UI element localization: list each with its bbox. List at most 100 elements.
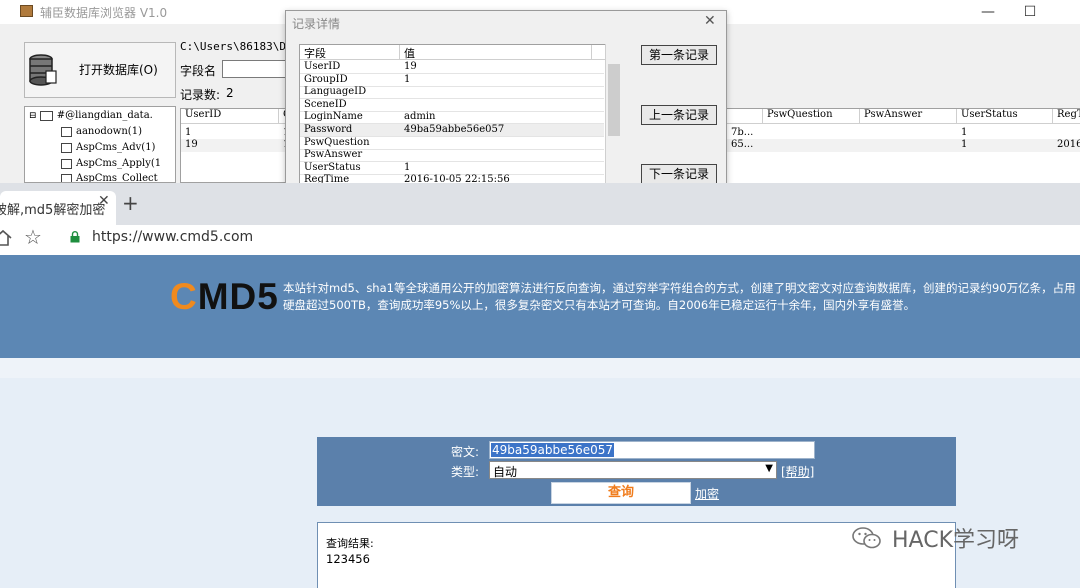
site-description: 本站针对md5、sha1等全球通用公开的加密算法进行反向查询，通过穷举字符组合的… <box>283 281 1076 312</box>
address-bar[interactable]: https://www.cmd5.com <box>92 229 253 245</box>
table-tree: ⊟ #@liangdian_data. aanodown(1) AspCms_A… <box>24 106 176 183</box>
grid-cell[interactable]: 2016 <box>1053 139 1080 152</box>
detail-field-name: PswQuestion <box>304 136 370 148</box>
tree-item[interactable]: AspCms_Collect <box>61 173 158 183</box>
previous-record-button[interactable]: 上一条记录 <box>641 105 717 125</box>
browser-toolbar: ☆ https://www.cmd5.com <box>0 225 1080 256</box>
column-header-field[interactable]: 字段 <box>300 45 400 60</box>
detail-row[interactable]: SceneID <box>300 99 604 112</box>
detail-row[interactable]: PswAnswer <box>300 149 604 163</box>
scrollbar-thumb[interactable] <box>608 64 620 136</box>
watermark-text: HACK学习呀 <box>892 528 1019 553</box>
column-header[interactable]: RegT <box>1053 109 1080 124</box>
first-record-button[interactable]: 第一条记录 <box>641 45 717 65</box>
detail-field-name: Password <box>304 124 353 135</box>
site-banner: CMD5 本站针对md5、sha1等全球通用公开的加密算法进行反向查询，通过穷举… <box>0 255 1080 358</box>
detail-field-name: LanguageID <box>304 86 367 98</box>
detail-field-value: 1 <box>404 161 411 173</box>
tree-item-label: AspCms_Adv(1) <box>76 142 156 153</box>
field-name-input[interactable] <box>222 60 288 78</box>
lock-icon[interactable] <box>70 231 80 243</box>
table-icon <box>61 126 72 137</box>
cmd5-logo[interactable]: CMD5 <box>170 276 279 318</box>
tree-item[interactable]: aanodown(1) <box>61 126 142 137</box>
detail-field-name: UserID <box>304 61 341 72</box>
open-database-label: 打开数据库(O) <box>79 63 158 77</box>
browser-window: 破解,md5解密加密 ✕ + ☆ https://www.cmd5.com CM… <box>0 183 1080 588</box>
grid-cell[interactable]: 1 <box>957 139 1053 152</box>
maximize-button[interactable]: ☐ <box>1020 2 1040 22</box>
grid-cell[interactable]: 19 <box>181 139 279 152</box>
table-icon <box>61 142 72 153</box>
detail-row[interactable]: Password 49ba59abbe56e057 <box>300 124 604 137</box>
table-icon <box>61 173 72 182</box>
column-header[interactable]: UserID <box>181 109 279 124</box>
query-button[interactable]: 查询 <box>551 482 691 504</box>
record-detail-grid: 字段 值 UserID 19 GroupID 1 LanguageID SceneID Lo… <box>299 44 621 184</box>
detail-field-name: UserStatus <box>304 161 361 173</box>
column-header[interactable]: PswAnswer <box>860 109 957 124</box>
cipher-input[interactable]: 49ba59abbe56e057 <box>489 441 815 459</box>
detail-field-value: 19 <box>404 61 417 72</box>
bookmark-star-icon[interactable]: ☆ <box>24 225 42 249</box>
detail-row[interactable]: UserStatus 1 <box>300 162 604 175</box>
column-header[interactable] <box>727 109 763 124</box>
record-detail-dialog: 记录详情 ✕ 字段 值 UserID 19 GroupID 1 LanguageID Sc… <box>285 10 727 185</box>
close-icon[interactable]: ✕ <box>704 13 716 29</box>
detail-row[interactable]: UserID 19 <box>300 61 604 74</box>
column-header-spacer <box>592 45 606 60</box>
help-link[interactable]: [帮助] <box>781 463 814 480</box>
next-record-button[interactable]: 下一条记录 <box>641 164 717 184</box>
field-name-label: 字段名 <box>180 64 217 78</box>
dialog-title: 记录详情 <box>292 17 341 31</box>
tab-close-icon[interactable]: ✕ <box>98 193 110 209</box>
tab-title: 破解,md5解密加密 <box>0 203 106 218</box>
minimize-button[interactable]: — <box>978 2 998 22</box>
logo-letters-md5: MD5 <box>197 276 279 317</box>
detail-field-value: admin <box>404 111 436 123</box>
home-icon[interactable] <box>0 229 12 247</box>
column-header-value[interactable]: 值 <box>400 45 592 60</box>
result-label: 查询结果: <box>326 537 374 550</box>
decrypt-form: 密文: 49ba59abbe56e057 类型: 自动 ▼ [帮助] 查询 加密 <box>317 437 956 506</box>
tree-item-label: aanodown(1) <box>76 126 142 137</box>
detail-row[interactable]: LoginName admin <box>300 111 604 125</box>
grid-cell[interactable] <box>763 139 957 152</box>
column-header[interactable]: PswQuestion <box>763 109 860 124</box>
grid-cell[interactable]: 65... <box>727 139 763 152</box>
record-count-label: 记录数: <box>180 88 221 102</box>
detail-field-value: 1 <box>404 73 411 85</box>
cipher-input-value: 49ba59abbe56e057 <box>491 443 615 457</box>
records-grid-right: PswQuestion PswAnswer UserStatus RegT 7b… <box>727 108 1080 183</box>
app-title: 辅臣数据库浏览器 V1.0 <box>40 6 168 20</box>
hash-type-select[interactable]: 自动 ▼ <box>489 461 777 479</box>
detail-row[interactable]: PswQuestion <box>300 137 604 150</box>
page-top-band <box>0 358 1080 378</box>
new-tab-icon[interactable]: + <box>122 191 139 215</box>
database-icon <box>29 54 57 86</box>
tree-item[interactable]: AspCms_Apply(1 <box>61 158 161 169</box>
encrypt-link[interactable]: 加密 <box>695 485 719 502</box>
detail-field-name: LoginName <box>304 111 363 123</box>
detail-row[interactable]: GroupID 1 <box>300 74 604 87</box>
cipher-label: 密文: <box>451 445 480 459</box>
detail-field-name: GroupID <box>304 73 348 85</box>
tree-root[interactable]: ⊟ #@liangdian_data. <box>29 110 153 121</box>
result-value: 123456 <box>326 552 370 566</box>
tree-item[interactable]: AspCms_Adv(1) <box>61 142 155 153</box>
tree-root-label: #@liangdian_data. <box>56 110 153 121</box>
open-database-button[interactable]: 打开数据库(O) <box>24 42 176 98</box>
detail-field-value: 49ba59abbe56e057 <box>404 124 505 135</box>
tree-item-label: AspCms_Collect <box>76 173 158 183</box>
logo-letter-c: C <box>170 276 198 317</box>
detail-scrollbar[interactable] <box>605 44 621 184</box>
hash-type-value: 自动 <box>493 465 518 479</box>
records-grid-left: UserID G 1 1 19 1 <box>180 108 290 183</box>
type-label: 类型: <box>451 465 480 479</box>
detail-row[interactable]: LanguageID <box>300 86 604 100</box>
detail-field-name: SceneID <box>304 98 347 110</box>
database-node-icon <box>39 110 53 121</box>
column-header[interactable]: UserStatus <box>957 109 1053 124</box>
app-icon <box>20 5 33 17</box>
record-count-value: 2 <box>226 86 234 100</box>
